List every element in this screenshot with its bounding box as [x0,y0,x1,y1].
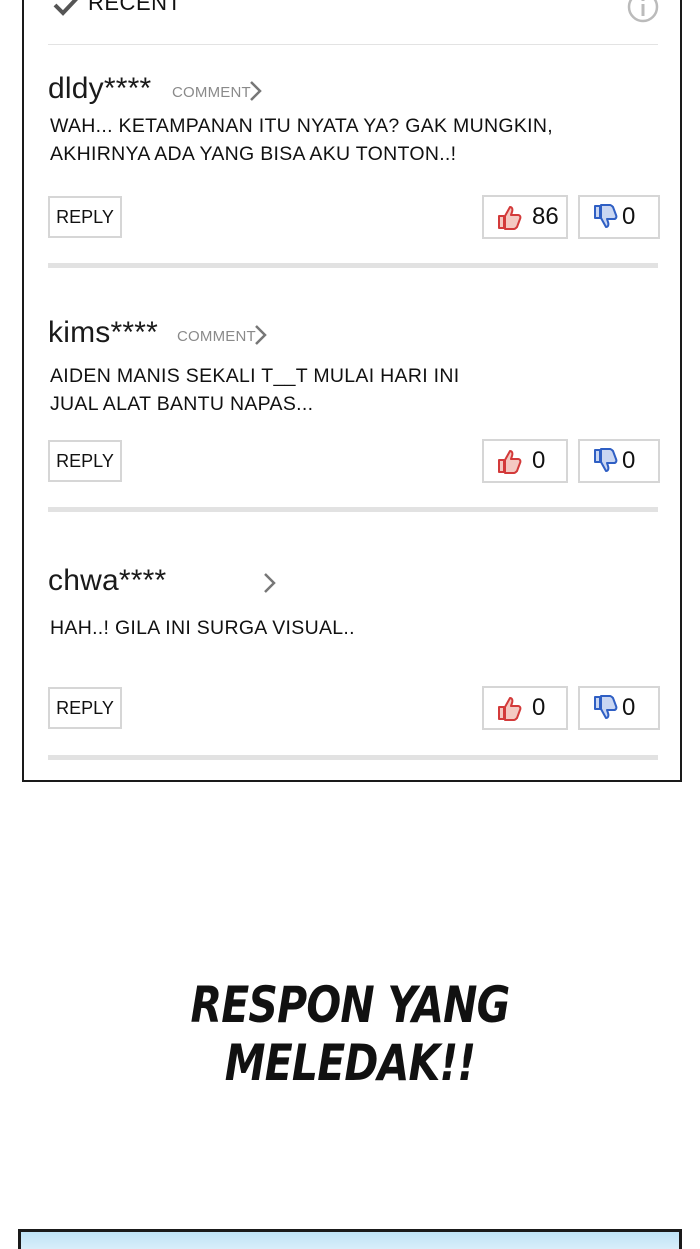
comment-panel: RECENT dldy**** COMMENT WAH... KETAMPANA… [22,0,682,782]
comment-text: HAH..! GILA INI SURGA VISUAL.. [50,614,650,642]
reply-button[interactable]: REPLY [48,687,122,729]
chevron-right-icon[interactable] [248,80,264,107]
thumbs-down-icon [594,695,618,719]
comment-text-line: HAH..! GILA INI SURGA VISUAL.. [50,617,355,639]
reply-button[interactable]: REPLY [48,440,122,482]
comment-link[interactable]: COMMENT [177,328,256,345]
like-button[interactable]: 86 [482,195,568,239]
sort-recent-label[interactable]: RECENT [88,0,181,16]
comment-text-line: AIDEN MANIS SEKALI T__T MULAI HARI INI [50,365,460,387]
dislike-button[interactable]: 0 [578,195,660,239]
thumbs-up-icon [498,450,522,474]
like-button[interactable]: 0 [482,439,568,483]
dislike-button[interactable]: 0 [578,686,660,730]
info-icon[interactable] [626,0,660,29]
thumbs-down-icon [594,448,618,472]
like-count: 86 [532,203,559,230]
comment-link[interactable]: COMMENT [172,84,251,101]
check-icon[interactable] [52,0,82,23]
next-panel-edge [18,1229,682,1249]
thumbs-down-icon [594,204,618,228]
dislike-count: 0 [622,447,636,474]
comment-text: AIDEN MANIS SEKALI T__T MULAI HARI INI J… [50,362,650,418]
separator [48,263,658,268]
dislike-count: 0 [622,694,636,721]
chevron-right-icon[interactable] [262,572,278,599]
comment-username: kims**** [48,316,158,349]
separator [48,507,658,512]
thumbs-up-icon [498,697,522,721]
dislike-count: 0 [622,203,636,230]
caption-text: RESPON YANG MELEDAK!! [190,976,510,1092]
like-count: 0 [532,694,546,721]
separator [48,755,658,760]
sort-bar: RECENT [48,0,660,45]
like-button[interactable]: 0 [482,686,568,730]
like-count: 0 [532,447,546,474]
comment-username: dldy**** [48,72,152,105]
comment-username: chwa**** [48,564,167,597]
comment-text-line: WAH... KETAMPANAN ITU NYATA YA? GAK MUNG… [50,115,553,137]
dislike-button[interactable]: 0 [578,439,660,483]
reply-button[interactable]: REPLY [48,196,122,238]
thumbs-up-icon [498,206,522,230]
chevron-right-icon[interactable] [253,324,269,351]
comment-text-line: AKHIRNYA ADA YANG BISA AKU TONTON..! [50,143,457,165]
comment-text-line: JUAL ALAT BANTU NAPAS... [50,393,314,415]
comment-text: WAH... KETAMPANAN ITU NYATA YA? GAK MUNG… [50,112,650,168]
